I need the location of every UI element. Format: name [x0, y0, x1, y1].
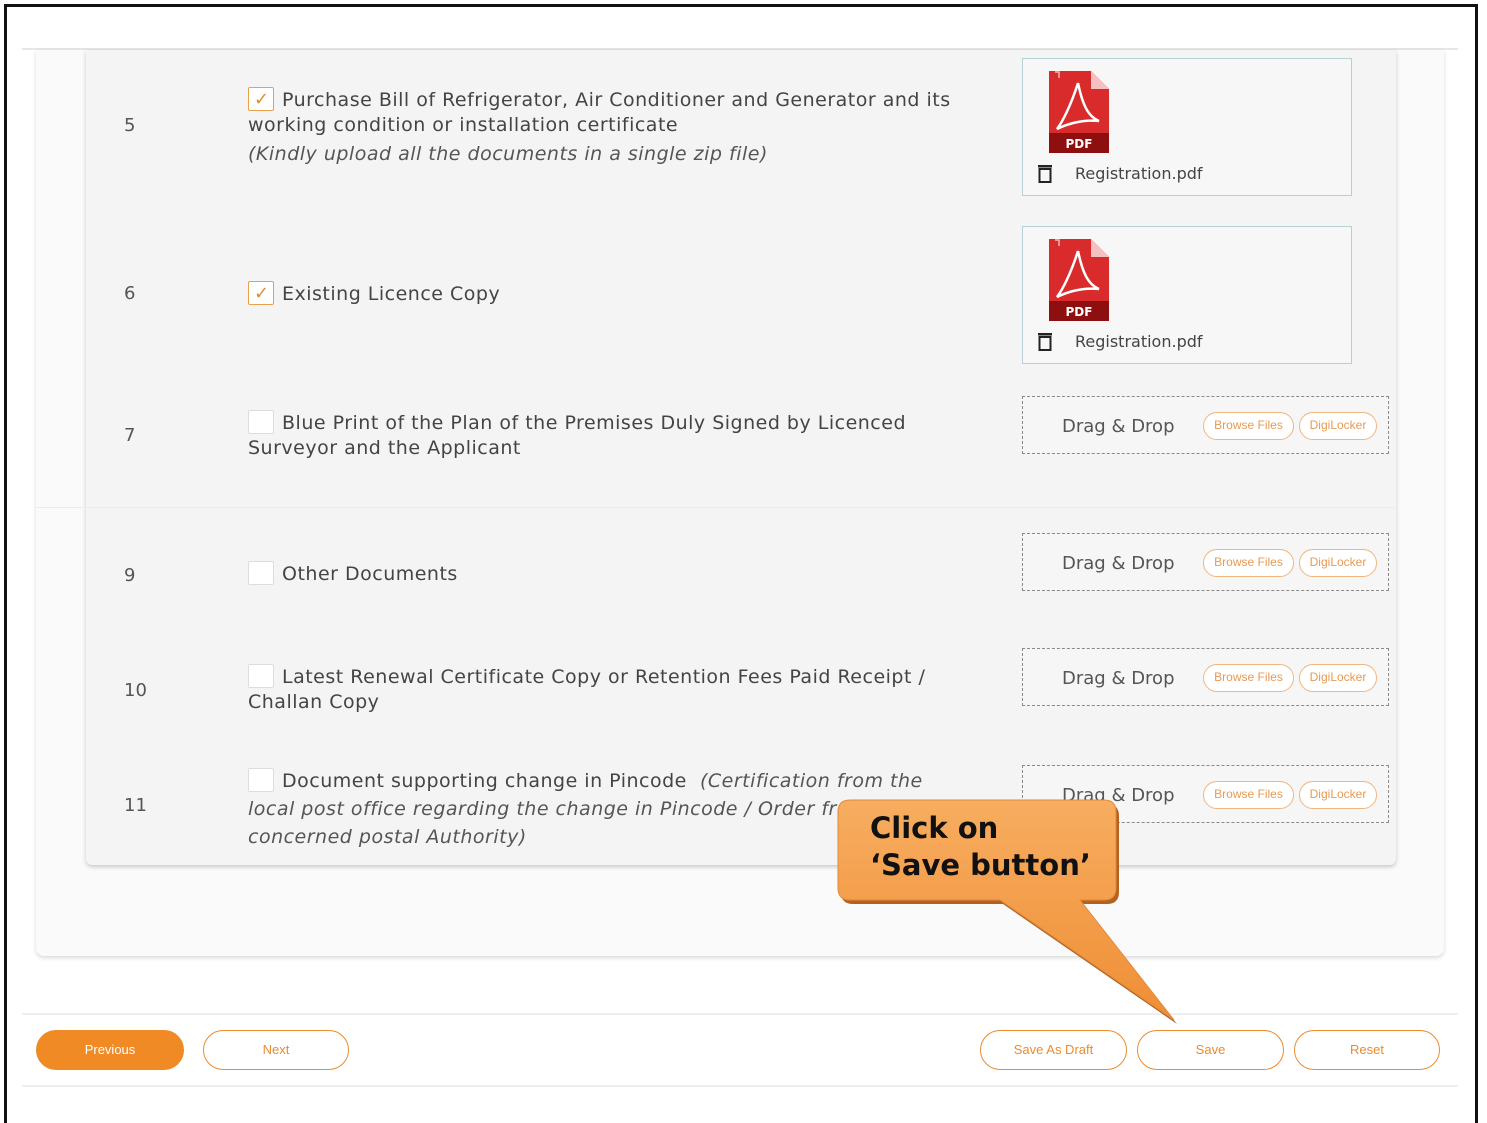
document-checkbox[interactable] [248, 87, 274, 112]
callout-text: Click on ‘Save button’ [870, 810, 1091, 884]
document-row-9: 9 Other Documents Drag & Drop Browse Fil… [86, 525, 1396, 615]
file-name[interactable]: Registration.pdf [1075, 164, 1203, 183]
row-description: Purchase Bill of Refrigerator, Air Condi… [248, 87, 968, 167]
section-divider [36, 507, 1396, 508]
document-checkbox[interactable] [248, 561, 274, 585]
drag-drop-label: Drag & Drop [1062, 416, 1175, 437]
document-checkbox[interactable] [248, 281, 274, 306]
digilocker-button[interactable]: DigiLocker [1299, 549, 1377, 577]
digilocker-button[interactable]: DigiLocker [1299, 412, 1377, 440]
document-row-5: 5 Purchase Bill of Refrigerator, Air Con… [86, 50, 1396, 210]
callout-line-2: ‘Save button’ [870, 848, 1091, 882]
file-line: Registration.pdf [1035, 163, 1203, 183]
drop-zone[interactable]: Drag & Drop Browse Files DigiLocker [1022, 648, 1389, 706]
callout-line-1: Click on [870, 811, 999, 845]
next-button[interactable]: Next [203, 1030, 349, 1070]
document-checkbox[interactable] [248, 768, 274, 792]
uploaded-file-card[interactable]: PDF Registration.pdf [1022, 226, 1352, 364]
browse-files-button[interactable]: Browse Files [1203, 781, 1294, 809]
pdf-file-icon: PDF [1049, 71, 1109, 153]
document-row-10: 10 Latest Renewal Certificate Copy or Re… [86, 640, 1396, 730]
file-line: Registration.pdf [1035, 331, 1203, 351]
browse-files-button[interactable]: Browse Files [1203, 664, 1294, 692]
pdf-label: PDF [1066, 137, 1093, 151]
trash-icon[interactable] [1035, 163, 1055, 183]
row-description: Document supporting change in Pincode (C… [248, 767, 968, 851]
row-description: Other Documents [248, 561, 968, 587]
drag-drop-label: Drag & Drop [1062, 553, 1175, 574]
row-number: 9 [124, 565, 136, 586]
row-description: Blue Print of the Plan of the Premises D… [248, 410, 968, 461]
row-number: 7 [124, 425, 136, 446]
drop-zone[interactable]: Drag & Drop Browse Files DigiLocker [1022, 396, 1389, 454]
row-number: 5 [124, 115, 136, 136]
document-label: Document supporting change in Pincode [282, 770, 687, 792]
browse-files-button[interactable]: Browse Files [1203, 549, 1294, 577]
footer-divider-bottom [22, 1085, 1458, 1087]
drag-drop-label: Drag & Drop [1062, 668, 1175, 689]
row-number: 10 [124, 680, 147, 701]
document-row-6: 6 Existing Licence Copy PDF Registration… [86, 220, 1396, 370]
uploaded-file-card[interactable]: PDF Registration.pdf [1022, 58, 1352, 196]
pdf-file-icon: PDF [1049, 239, 1109, 321]
document-label: Purchase Bill of Refrigerator, Air Condi… [248, 89, 951, 136]
pdf-label: PDF [1066, 305, 1093, 319]
previous-button[interactable]: Previous [36, 1030, 184, 1070]
document-label: Existing Licence Copy [282, 283, 501, 305]
reset-button[interactable]: Reset [1294, 1030, 1440, 1070]
digilocker-button[interactable]: DigiLocker [1299, 781, 1377, 809]
document-checkbox[interactable] [248, 410, 274, 434]
save-button[interactable]: Save [1137, 1030, 1284, 1070]
trash-icon[interactable] [1035, 331, 1055, 351]
document-row-7: 7 Blue Print of the Plan of the Premises… [86, 385, 1396, 485]
file-name[interactable]: Registration.pdf [1075, 332, 1203, 351]
document-label: Latest Renewal Certificate Copy or Reten… [248, 666, 926, 713]
browse-files-button[interactable]: Browse Files [1203, 412, 1294, 440]
document-row-11: 11 Document supporting change in Pincode… [86, 755, 1396, 860]
save-as-draft-button[interactable]: Save As Draft [980, 1030, 1127, 1070]
document-label: Blue Print of the Plan of the Premises D… [248, 412, 907, 459]
document-checkbox[interactable] [248, 664, 274, 688]
footer-divider-top [22, 1013, 1458, 1015]
digilocker-button[interactable]: DigiLocker [1299, 664, 1377, 692]
row-number: 6 [124, 283, 136, 304]
row-description: Latest Renewal Certificate Copy or Reten… [248, 664, 968, 715]
drag-drop-label: Drag & Drop [1062, 785, 1175, 806]
document-note: (Kindly upload all the documents in a si… [248, 143, 768, 165]
row-description: Existing Licence Copy [248, 281, 968, 307]
drop-zone[interactable]: Drag & Drop Browse Files DigiLocker [1022, 533, 1389, 591]
document-label: Other Documents [282, 563, 458, 585]
row-number: 11 [124, 795, 147, 816]
